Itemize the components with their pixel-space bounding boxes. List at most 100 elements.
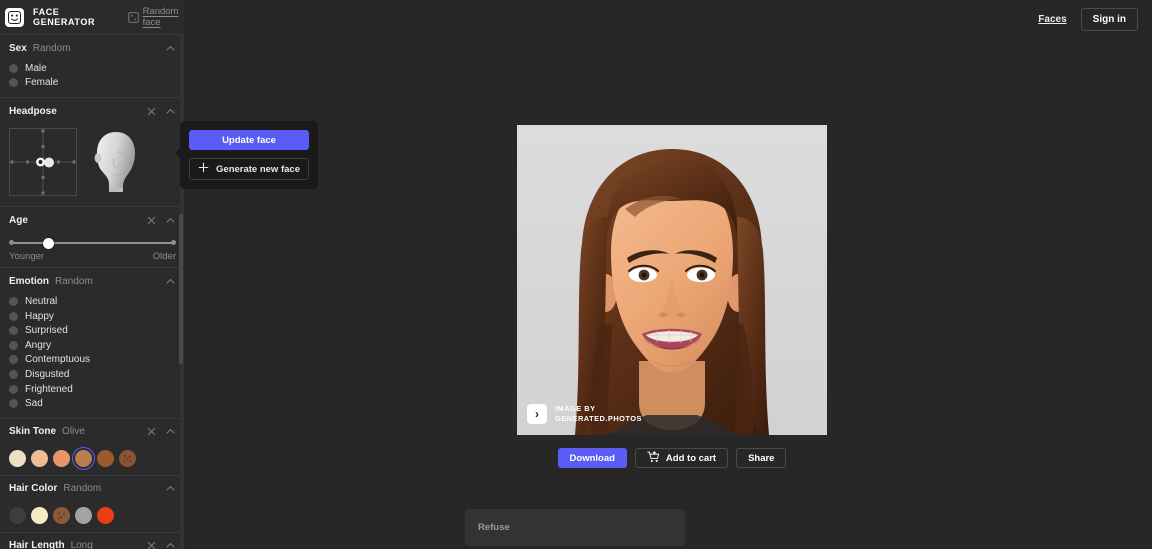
skin-tone-swatch-3[interactable] [72,446,95,470]
radio-option-angry[interactable]: Angry [9,338,176,353]
chevron-up-icon[interactable] [165,106,176,117]
brand-bar: FACE GENERATOR Random face [0,0,185,34]
chevron-up-icon[interactable] [165,215,176,226]
section-skin-tone-value: Olive [62,426,85,438]
chevron-up-icon[interactable] [165,483,176,494]
section-hair-length-title: Hair Length [9,540,65,549]
dice-icon [127,11,139,23]
skin-tone-swatch-1[interactable] [31,449,48,467]
download-label: Download [569,452,615,464]
watermark-line2: GENERATED.PHOTOS [555,414,642,424]
close-icon[interactable] [146,540,157,549]
section-hair-color-title: Hair Color [9,483,58,495]
chevron-up-icon[interactable] [165,540,176,549]
headpose-preview [87,128,147,200]
refuse-label: Refuse [478,522,510,533]
chevron-up-icon[interactable] [165,43,176,54]
face-actions: Download Add to cart Share [517,448,827,468]
share-button[interactable]: Share [736,448,787,468]
watermark-text: IMAGE BY GENERATED.PHOTOS [555,404,642,425]
skin-tone-swatch-2[interactable] [53,449,70,467]
add-to-cart-button[interactable]: Add to cart [634,448,729,468]
hair-color-swatch-2[interactable] [53,506,70,524]
radio-option-surprised[interactable]: Surprised [9,323,176,338]
radio-label: Disgusted [25,368,70,380]
radio-label: Surprised [25,325,68,337]
freckles-icon [119,450,136,467]
sidebar-scrollbar-track[interactable] [179,34,184,549]
radio-label: Happy [25,310,54,322]
radio-icon [9,399,18,409]
radio-icon [9,369,18,379]
radio-option-male[interactable]: Male [9,61,176,76]
radio-option-contemptuous[interactable]: Contemptuous [9,353,176,368]
section-hair-color-header[interactable]: Hair Color Random [9,476,176,502]
hair-color-swatch-4[interactable] [97,506,114,524]
section-skin-tone: Skin Tone Olive [0,417,185,475]
random-face-link[interactable]: Random face [127,6,185,28]
radio-label: Frightened [25,383,73,395]
skin-tone-swatch-4[interactable] [97,449,114,467]
radio-icon [9,355,18,365]
radio-option-sad[interactable]: Sad [9,396,176,411]
section-hair-length-header[interactable]: Hair Length Long [9,533,176,549]
cart-icon [647,450,660,466]
texture-icon [53,507,70,524]
radio-option-disgusted[interactable]: Disgusted [9,367,176,382]
section-hair-length: Hair Length Long Hair l [0,531,185,549]
sidebar: FACE GENERATOR Random face Sex Random Ma… [0,0,186,549]
section-hair-length-value: Long [70,540,93,549]
section-age: Age Younger Older [0,206,185,267]
section-sex-header[interactable]: Sex Random [9,35,176,61]
skin-tone-swatch-5[interactable] [119,449,136,467]
skin-tone-swatch-0[interactable] [9,449,26,467]
close-icon[interactable] [146,215,157,226]
header-actions: Faces Sign in [1038,8,1138,31]
radio-option-female[interactable]: Female [9,76,176,91]
radio-option-neutral[interactable]: Neutral [9,294,176,309]
section-sex-value: Random [32,42,71,54]
radio-icon [9,384,18,394]
radio-label: Contemptuous [25,354,91,366]
generated-face-image[interactable]: › IMAGE BY GENERATED.PHOTOS [517,125,827,435]
age-slider[interactable] [9,237,176,249]
section-headpose-header[interactable]: Headpose [9,98,176,124]
headpose-grid[interactable] [9,128,77,197]
random-face-label: Random face [142,6,179,28]
radio-icon [9,340,18,350]
emotion-options: Neutral Happy Surprised Angry Contemptuous Di… [9,294,176,418]
section-emotion-header[interactable]: Emotion Random [9,268,176,294]
slider-tick [171,240,176,246]
sex-options: Male Female [9,61,176,97]
update-face-popup: Update face Generate new face [175,121,318,189]
section-skin-tone-header[interactable]: Skin Tone Olive [9,419,176,445]
section-skin-tone-title: Skin Tone [9,426,57,438]
refuse-box[interactable]: Refuse [465,509,685,546]
radio-option-happy[interactable]: Happy [9,309,176,324]
hair-color-swatch-1[interactable] [31,506,48,524]
face-logo-icon[interactable] [5,7,24,27]
download-button[interactable]: Download [557,448,627,468]
watermark-line1: IMAGE BY [555,403,596,413]
headpose-control [9,124,176,206]
hair-color-swatch-0[interactable] [9,506,26,524]
hair-color-swatch-3[interactable] [75,506,92,524]
plus-icon [198,162,209,176]
radio-icon [9,326,18,336]
chevron-up-icon[interactable] [165,426,176,437]
app-root: FACE GENERATOR Random face Sex Random Ma… [0,0,1152,549]
section-age-header[interactable]: Age [9,207,176,233]
radio-label: Angry [25,339,52,351]
radio-option-frightened[interactable]: Frightened [9,382,176,397]
sign-in-button[interactable]: Sign in [1080,8,1138,31]
slider-thumb[interactable] [43,237,55,249]
close-icon[interactable] [146,106,157,117]
chevron-up-icon[interactable] [165,276,176,287]
close-icon[interactable] [146,426,157,437]
update-face-button[interactable]: Update face [189,130,309,150]
nav-link-faces[interactable]: Faces [1038,14,1066,25]
slider-rail [12,242,173,244]
sidebar-scrollbar-thumb[interactable] [179,214,183,364]
generate-new-face-button[interactable]: Generate new face [189,158,309,180]
section-emotion-value: Random [55,275,93,287]
